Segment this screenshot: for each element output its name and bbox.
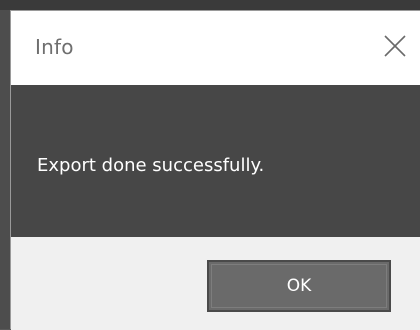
info-dialog: Info Export done successfully. OK (10, 10, 420, 330)
dialog-title: Info (35, 35, 74, 59)
message-area: Export done successfully. (11, 85, 420, 237)
dialog-message: Export done successfully. (37, 155, 265, 176)
background-window-edge (0, 0, 420, 10)
close-button[interactable] (368, 25, 420, 69)
ok-button[interactable]: OK (207, 260, 391, 312)
dialog-footer: OK (11, 237, 420, 330)
close-icon (384, 35, 406, 57)
ok-button-label: OK (286, 276, 312, 296)
dialog-titlebar: Info (11, 11, 420, 85)
